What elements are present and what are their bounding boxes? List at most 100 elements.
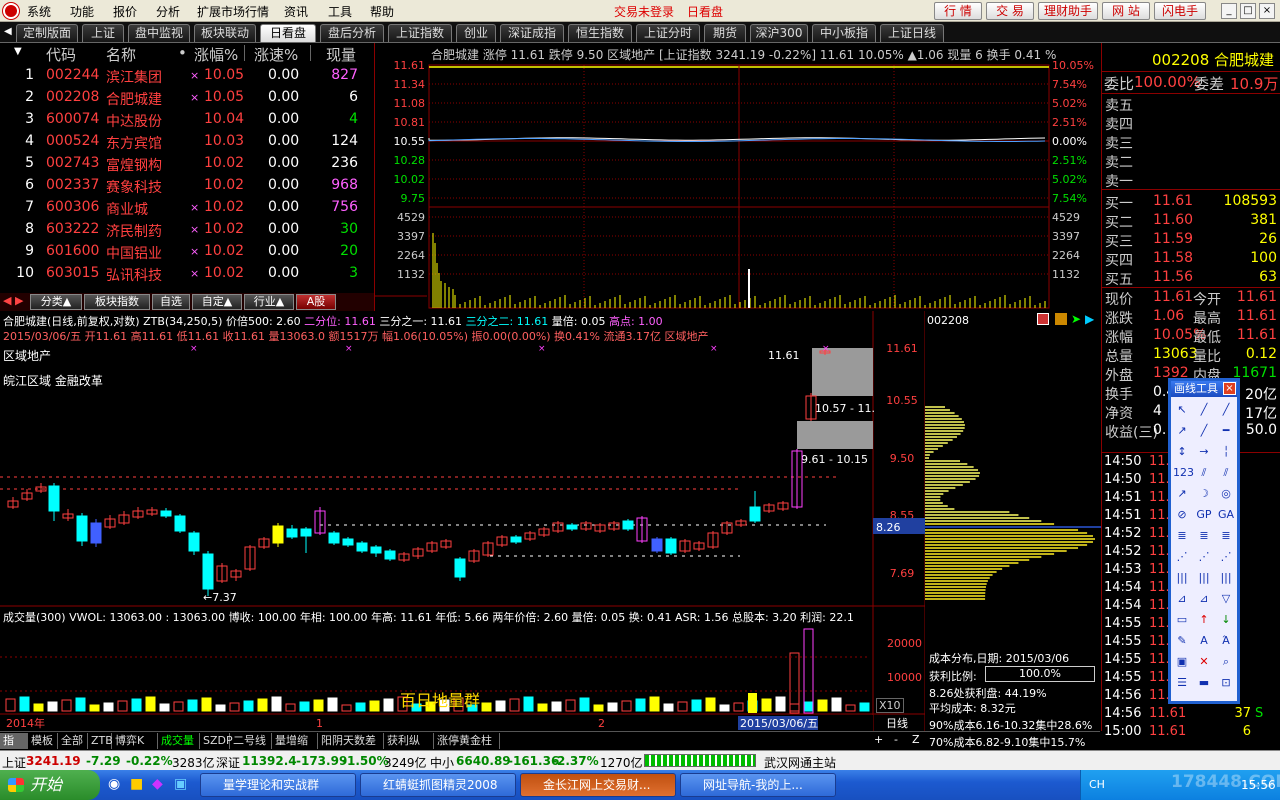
text-tool-icon[interactable]: A — [1195, 632, 1213, 650]
quote-button[interactable]: 行 情 — [934, 2, 982, 20]
zoom-reset-button[interactable]: Z — [912, 733, 920, 746]
line-tool-icon[interactable]: ╱ — [1195, 401, 1213, 419]
fib2-tool-icon[interactable]: ≣ — [1195, 527, 1213, 545]
intraday-chart-svg[interactable]: 11.61 10.05% 11.34 7.54% 11.08 5.02% 10.81 2.51… — [375, 43, 1102, 311]
table-row[interactable]: 7 600306 商业城 × 10.02 0.00 756 — [0, 197, 370, 219]
menu-extended-market[interactable]: 扩展市场行情 — [197, 3, 269, 20]
menu-function[interactable]: 功能 — [70, 3, 94, 20]
task-browser[interactable]: 网址导航-我的上... — [680, 773, 836, 797]
ray-tool-icon[interactable]: ╱ — [1217, 401, 1235, 419]
gann2-tool-icon[interactable]: ⋰ — [1195, 548, 1213, 566]
desktop-quicklaunch-icon[interactable]: ▣ — [174, 776, 187, 792]
indicator-tab[interactable]: 涨停黄金柱 — [434, 733, 500, 749]
tab-shanghai[interactable]: 上证 — [82, 24, 124, 42]
table-row[interactable]: 2 002208 合肥城建 × 10.05 0.00 6 — [0, 87, 370, 109]
tab-chinext[interactable]: 创业 — [456, 24, 496, 42]
col-code[interactable]: 代码 — [46, 44, 76, 65]
indicator-tab[interactable]: 模板 — [28, 733, 58, 749]
indicator-tab[interactable]: 指标 — [0, 733, 28, 763]
drawing-tools-close-button[interactable]: × — [1223, 382, 1236, 395]
v-line-tool-icon[interactable]: ↕ — [1173, 443, 1191, 461]
delete-tool-icon[interactable]: ✕ — [1195, 653, 1213, 671]
buy-level[interactable]: 买一 11.61 108593 — [1103, 192, 1279, 212]
menu-news[interactable]: 资讯 — [284, 3, 308, 20]
tab-category[interactable]: 分类▲ — [30, 294, 82, 310]
tab-industry[interactable]: 行业▲ — [244, 294, 294, 310]
h-line-tool-icon[interactable]: ━ — [1217, 422, 1235, 440]
zoom-in-button[interactable]: + — [874, 733, 883, 746]
fib-tool-icon[interactable]: ≣ — [1173, 527, 1191, 545]
text-a-tool-icon[interactable]: Ά — [1217, 632, 1235, 650]
col-volume[interactable]: 现量 — [326, 44, 356, 65]
period-tool-icon[interactable]: ||| — [1195, 569, 1213, 587]
magnify-tool-icon[interactable]: ⌕ — [1217, 653, 1235, 671]
trade-button[interactable]: 交 易 — [986, 2, 1034, 20]
tab-sector-linkage[interactable]: 板块联动 — [194, 24, 256, 42]
tab-sh-index[interactable]: 上证指数 — [388, 24, 452, 42]
buy-level[interactable]: 买二 11.60 381 — [1103, 211, 1279, 231]
parallel-tool-icon[interactable]: ⫽ — [1195, 464, 1213, 482]
tab-scroll-left-icon[interactable]: ◀ — [4, 26, 12, 37]
close-button[interactable]: × — [1259, 3, 1275, 19]
table-row[interactable]: 8 603222 济民制药 × 10.02 0.00 30 — [0, 219, 370, 241]
price-line-tool-icon[interactable]: 123 — [1173, 464, 1194, 482]
tab-custom[interactable]: 自定▲ — [192, 294, 242, 310]
v-ray-tool-icon[interactable]: ╎ — [1217, 443, 1235, 461]
col-name[interactable]: 名称 — [106, 44, 136, 65]
note-tool-icon[interactable]: ☰ — [1173, 674, 1191, 692]
arrow-line-tool-icon[interactable]: ↗ — [1173, 422, 1191, 440]
gann3-tool-icon[interactable]: ⋰ — [1217, 548, 1235, 566]
flash-trader-button[interactable]: 闪电手 — [1154, 2, 1206, 20]
start-button[interactable]: 开始 — [0, 770, 100, 800]
menu-tools[interactable]: 工具 — [328, 3, 352, 20]
maximize-button[interactable]: □ — [1240, 3, 1256, 19]
buy-level[interactable]: 买四 11.58 100 — [1103, 249, 1279, 269]
tab-futures[interactable]: 期货 — [704, 24, 746, 42]
ie-quicklaunch-icon[interactable]: ◉ — [108, 776, 120, 792]
pencil-tool-icon[interactable]: ✎ — [1173, 632, 1191, 650]
tab-daily-view[interactable]: 日看盘 — [260, 24, 316, 42]
tab-favorites[interactable]: 自选 — [152, 294, 190, 310]
tab-sh-daily[interactable]: 上证日线 — [880, 24, 944, 42]
camera-tool-icon[interactable]: ⊡ — [1217, 674, 1235, 692]
indicator-tab[interactable]: 获利纵横 — [384, 733, 434, 763]
indicator-tab[interactable]: 博弈K线 — [112, 733, 158, 763]
indicator-tab[interactable]: 二号线 — [230, 733, 272, 749]
indicator-tab[interactable]: 成交量 — [158, 733, 200, 749]
cycle-tool-icon[interactable]: ||| — [1173, 569, 1191, 587]
app-quicklaunch-icon[interactable]: ◆ — [152, 776, 163, 792]
fib3-tool-icon[interactable]: ≣ — [1217, 527, 1235, 545]
finance-assistant-button[interactable]: 理财助手 — [1038, 2, 1098, 20]
tab-csi300[interactable]: 深沪300 — [750, 24, 808, 42]
ga-tool-icon[interactable]: GA — [1217, 506, 1235, 524]
volume-scale-label[interactable]: X10 — [876, 698, 904, 713]
col-change-pct[interactable]: 涨幅% — [194, 44, 238, 65]
buy-level[interactable]: 买五 11.56 63 — [1103, 268, 1279, 288]
ruler-tool-icon[interactable]: ▬ — [1195, 674, 1213, 692]
square-tool-icon[interactable]: ▣ — [1173, 653, 1191, 671]
col-speed-pct[interactable]: 涨速% — [254, 44, 298, 65]
timezone-tool-icon[interactable]: ||| — [1217, 569, 1235, 587]
tab-a-shares[interactable]: A股 — [296, 294, 336, 310]
task-qq-group[interactable]: 量学理论和实战群 — [200, 773, 356, 797]
indicator-tab[interactable]: 全部 — [58, 733, 88, 749]
chip-ratio-input[interactable]: 100.0% — [985, 666, 1095, 682]
up-arrow-tool-icon[interactable]: ↑ — [1195, 611, 1213, 629]
table-row[interactable]: 5 002743 富煌钢构 10.02 0.00 236 — [0, 153, 370, 175]
ime-indicator[interactable]: CH — [1089, 778, 1105, 791]
task-trading-app[interactable]: 金长江网上交易财... — [520, 773, 676, 797]
task-screenshot-tool[interactable]: 红蜻蜓抓图精灵2008 — [360, 773, 516, 797]
down-arrow-tool-icon[interactable]: ↓ — [1217, 611, 1235, 629]
zoom-out-button[interactable]: - — [894, 733, 898, 746]
website-button[interactable]: 网 站 — [1102, 2, 1150, 20]
rectangle-tool-icon[interactable]: ▭ — [1173, 611, 1191, 629]
menu-quote[interactable]: 报价 — [113, 3, 137, 20]
table-row[interactable]: 3 600074 中达股份 10.04 0.00 4 — [0, 109, 370, 131]
kline-chart-svg[interactable]: 10.57 - 11.9.61 - 10.1511.61←7.37× × × × × 11… — [0, 311, 925, 731]
minimize-button[interactable]: _ — [1221, 3, 1237, 19]
indicator-tab[interactable]: ZTB — [88, 733, 113, 749]
h-ray-tool-icon[interactable]: → — [1195, 443, 1213, 461]
table-row[interactable]: 10 603015 弘讯科技 × 10.02 0.00 3 — [0, 263, 370, 285]
menu-analysis[interactable]: 分析 — [156, 3, 180, 20]
table-row[interactable]: 9 601600 中国铝业 × 10.02 0.00 20 — [0, 241, 370, 263]
